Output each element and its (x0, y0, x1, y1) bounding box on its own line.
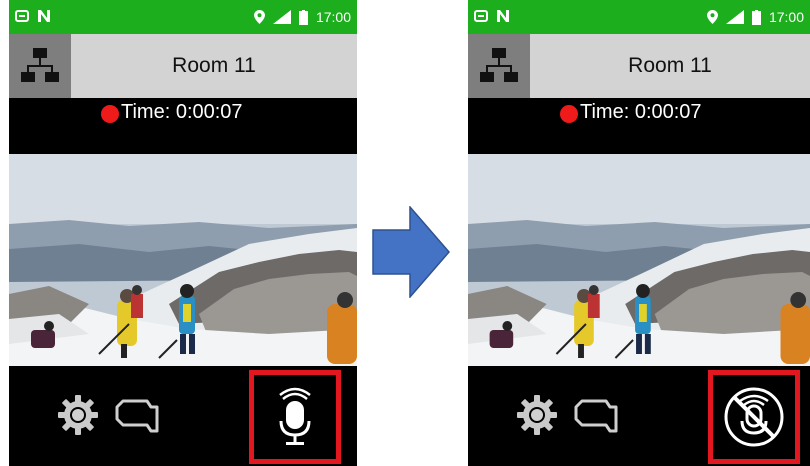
phone-screen-after: 17:00 Room 11 Time: 0:00:07 (468, 0, 810, 466)
video-preview (9, 154, 357, 366)
phone-screen-before: 17:00 Room 11 Time: 0:00:07 (9, 0, 357, 466)
battery-icon (298, 9, 308, 25)
camera-icon[interactable] (572, 397, 618, 435)
location-icon (706, 10, 718, 24)
recording-time: Time: 0:00:07 (580, 101, 702, 123)
status-time: 17:00 (315, 9, 351, 25)
camera-icon[interactable] (113, 397, 159, 435)
recording-dot-icon (101, 105, 119, 123)
network-button[interactable] (9, 34, 71, 98)
network-icon (21, 48, 59, 82)
recording-time-bar: Time: 0:00:07 (9, 98, 357, 154)
mic-toggle-button[interactable] (249, 370, 341, 464)
notification-icon (474, 10, 488, 22)
microphone-icon (279, 387, 311, 445)
right-arrow-icon (372, 206, 450, 298)
n-notification-icon (497, 10, 509, 22)
status-bar: 17:00 (9, 0, 357, 34)
recording-dot-icon (560, 105, 578, 123)
control-bar (468, 366, 810, 466)
gear-icon[interactable] (516, 394, 558, 436)
status-bar: 17:00 (468, 0, 810, 34)
mic-toggle-button[interactable] (708, 370, 800, 464)
signal-icon (725, 10, 744, 24)
video-preview (468, 154, 810, 366)
control-bar (9, 366, 357, 466)
recording-time: Time: 0:00:07 (121, 101, 243, 123)
network-icon (480, 48, 518, 82)
status-time: 17:00 (768, 9, 804, 25)
notification-icon (15, 10, 29, 22)
signal-icon (272, 10, 291, 24)
recording-time-bar: Time: 0:00:07 (468, 98, 810, 154)
n-notification-icon (38, 10, 50, 22)
room-title: Room 11 (172, 54, 256, 77)
battery-icon (751, 9, 761, 25)
network-button[interactable] (468, 34, 530, 98)
room-title: Room 11 (628, 54, 712, 77)
title-bar: Room 11 (9, 34, 357, 98)
microphone-off-icon (724, 387, 784, 447)
gear-icon[interactable] (57, 394, 99, 436)
title-bar: Room 11 (468, 34, 810, 98)
location-icon (253, 10, 265, 24)
